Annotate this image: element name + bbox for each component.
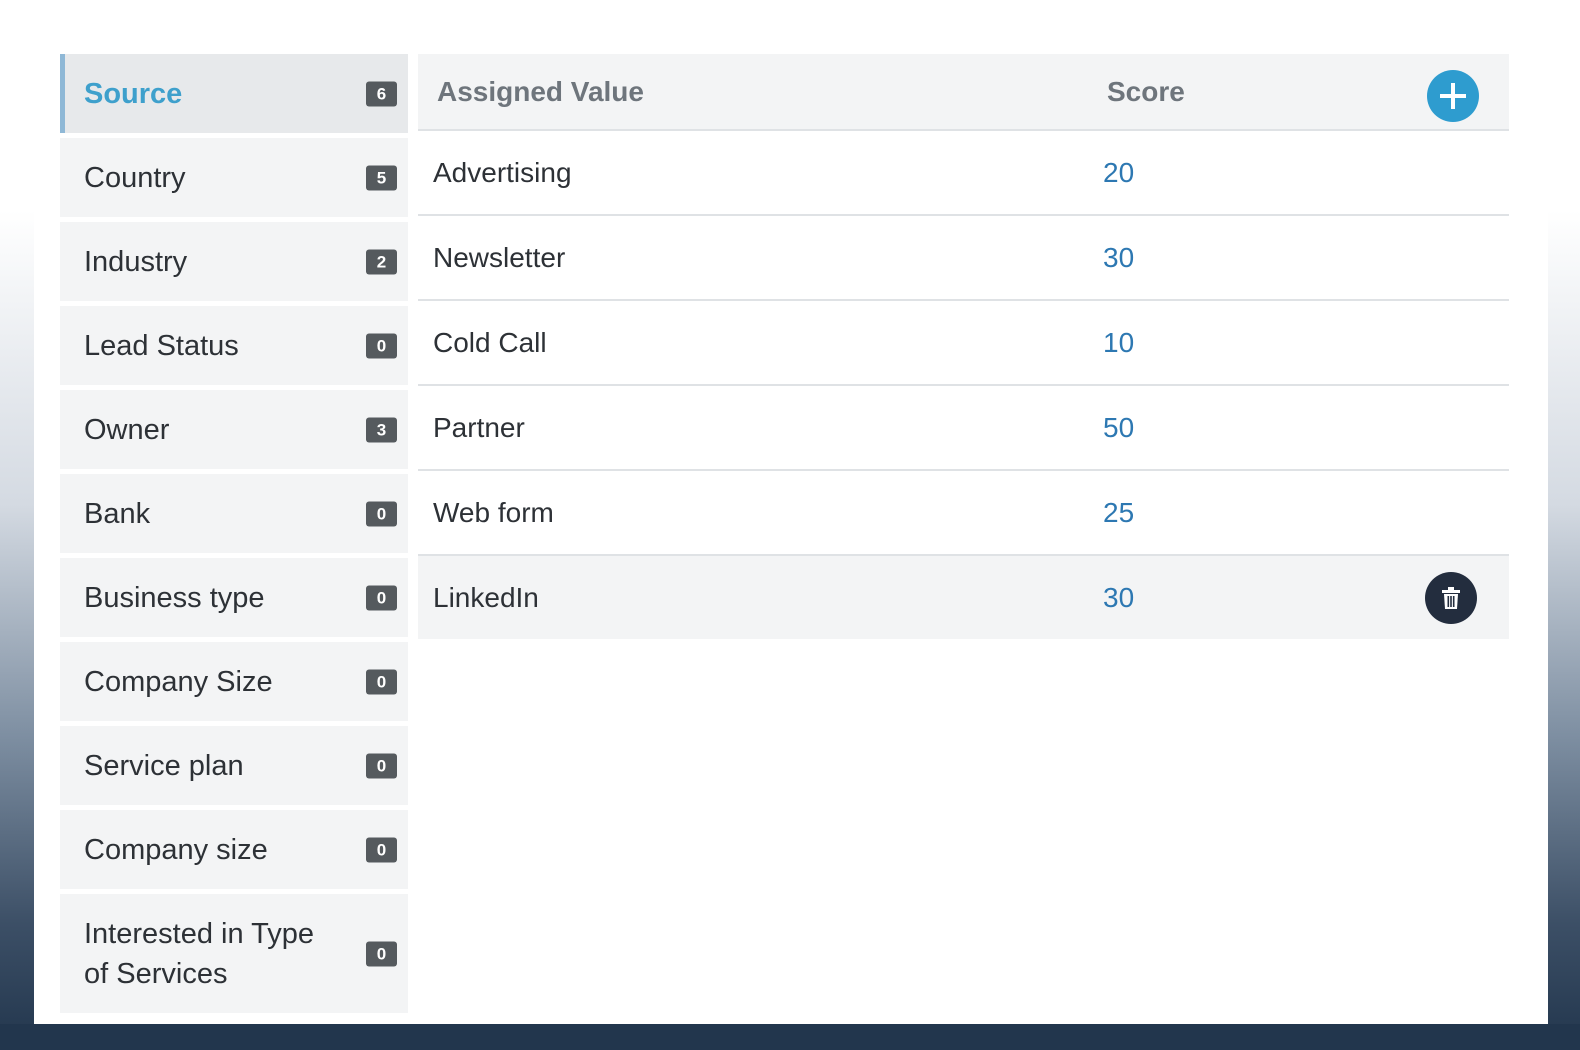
sidebar-item-owner[interactable]: Owner 3 xyxy=(60,390,408,469)
assigned-value-cell: LinkedIn xyxy=(433,582,539,613)
sidebar-item-business-type[interactable]: Business type 0 xyxy=(60,558,408,637)
sidebar-item-label: Company Size xyxy=(84,665,273,698)
score-cell[interactable]: 50 xyxy=(1103,386,1134,469)
sidebar-item-interested-services[interactable]: Interested in Type of Services 0 xyxy=(60,894,408,1013)
sidebar-item-country[interactable]: Country 5 xyxy=(60,138,408,217)
count-badge: 0 xyxy=(366,585,397,610)
sidebar-item-label: Owner xyxy=(84,413,170,446)
sidebar-item-label: Service plan xyxy=(84,749,244,782)
sidebar-item-label: Lead Status xyxy=(84,329,239,362)
sidebar-item-industry[interactable]: Industry 2 xyxy=(60,222,408,301)
count-badge: 5 xyxy=(366,165,397,190)
sidebar-item-label: Bank xyxy=(84,497,151,530)
assigned-value-cell: Cold Call xyxy=(433,327,547,358)
table-row[interactable]: Advertising 20 xyxy=(418,131,1509,216)
count-badge: 3 xyxy=(366,417,397,442)
delete-row-button[interactable] xyxy=(1425,572,1477,624)
table-row[interactable]: Partner 50 xyxy=(418,386,1509,471)
assigned-value-cell: Advertising xyxy=(433,157,572,188)
column-header-assigned-value: Assigned Value xyxy=(437,76,644,107)
plus-icon xyxy=(1440,83,1466,109)
sidebar-item-source[interactable]: Source 6 xyxy=(60,54,408,133)
column-header-score: Score xyxy=(1107,76,1185,107)
count-badge: 0 xyxy=(366,333,397,358)
score-cell[interactable]: 10 xyxy=(1103,301,1134,384)
sidebar-item-label: Interested in Type of Services xyxy=(84,917,315,990)
score-cell[interactable]: 25 xyxy=(1103,471,1134,554)
table-row[interactable]: Cold Call 10 xyxy=(418,301,1509,386)
assigned-value-cell: Web form xyxy=(433,497,554,528)
table-row[interactable]: Web form 25 xyxy=(418,471,1509,556)
sidebar-item-label: Business type xyxy=(84,581,265,614)
count-badge: 6 xyxy=(366,81,397,106)
sidebar-item-label: Company size xyxy=(84,833,268,866)
table-row[interactable]: Newsletter 30 xyxy=(418,216,1509,301)
count-badge: 0 xyxy=(366,753,397,778)
count-badge: 0 xyxy=(366,669,397,694)
sidebar-item-lead-status[interactable]: Lead Status 0 xyxy=(60,306,408,385)
field-sidebar: Source 6 Country 5 Industry 2 Lead Statu… xyxy=(60,54,408,1018)
table-header: Assigned Value Score xyxy=(418,54,1509,131)
sidebar-item-label: Industry xyxy=(84,245,188,278)
sidebar-item-bank[interactable]: Bank 0 xyxy=(60,474,408,553)
sidebar-item-label: Source xyxy=(84,77,183,110)
sidebar-item-company-size-lower[interactable]: Company size 0 xyxy=(60,810,408,889)
score-cell[interactable]: 30 xyxy=(1103,216,1134,299)
count-badge: 0 xyxy=(366,837,397,862)
add-value-button[interactable] xyxy=(1427,70,1479,122)
count-badge: 2 xyxy=(366,249,397,274)
scoring-panel: Source 6 Country 5 Industry 2 Lead Statu… xyxy=(34,26,1548,1024)
values-table: Assigned Value Score Advertising 20 News… xyxy=(418,54,1509,639)
score-cell[interactable]: 30 xyxy=(1103,556,1134,639)
sidebar-item-company-size[interactable]: Company Size 0 xyxy=(60,642,408,721)
trash-icon xyxy=(1442,587,1460,609)
score-cell[interactable]: 20 xyxy=(1103,131,1134,214)
sidebar-item-service-plan[interactable]: Service plan 0 xyxy=(60,726,408,805)
sidebar-item-label: Country xyxy=(84,161,186,194)
assigned-value-cell: Newsletter xyxy=(433,242,566,273)
count-badge: 0 xyxy=(366,941,397,966)
page-backdrop-band xyxy=(0,1024,1580,1050)
table-row[interactable]: LinkedIn 30 xyxy=(418,556,1509,639)
assigned-value-cell: Partner xyxy=(433,412,525,443)
count-badge: 0 xyxy=(366,501,397,526)
